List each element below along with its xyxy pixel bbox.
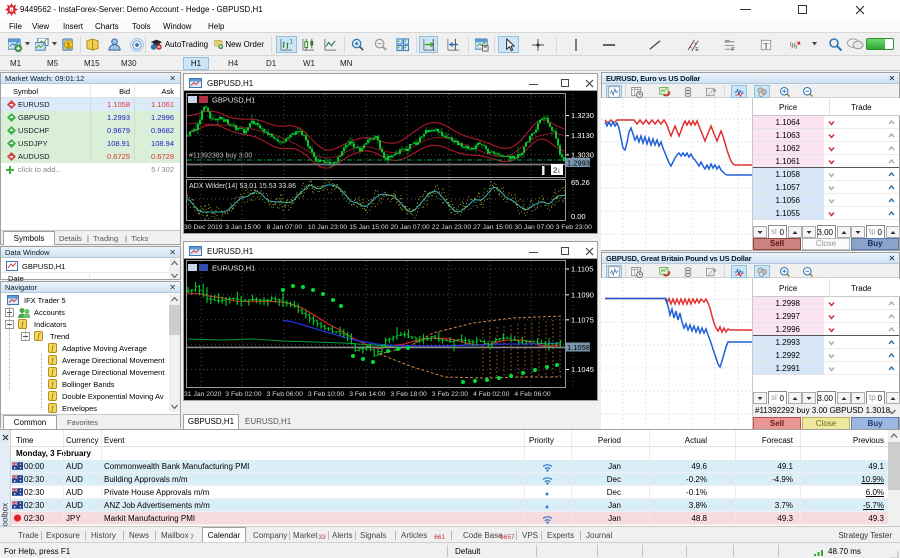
svg-text:T: T xyxy=(763,41,768,50)
svg-text:1.2993: 1.2993 xyxy=(567,159,590,168)
svg-text:1.1105: 1.1105 xyxy=(571,265,593,274)
svg-text:4 Feb 02:00: 4 Feb 02:00 xyxy=(473,391,509,398)
svg-text:65.26: 65.26 xyxy=(571,178,590,187)
svg-text:3 Feb 23:00: 3 Feb 23:00 xyxy=(556,224,592,231)
svg-text:1.1090: 1.1090 xyxy=(571,290,594,299)
svg-text:27 Jan 15:00: 27 Jan 15:00 xyxy=(473,224,513,231)
svg-text:#11392383 buy 3.00: #11392383 buy 3.00 xyxy=(189,153,252,160)
svg-text:%: % xyxy=(789,40,797,50)
svg-text:10 Jan 23:00: 10 Jan 23:00 xyxy=(308,224,348,231)
svg-text:1.1058: 1.1058 xyxy=(567,343,590,352)
svg-text:8 Jan 07:00: 8 Jan 07:00 xyxy=(267,224,303,231)
svg-text:30 Jan 07:00: 30 Jan 07:00 xyxy=(514,224,554,231)
svg-text:3 Feb 06:00: 3 Feb 06:00 xyxy=(267,391,303,398)
svg-text:3 Feb 14:00: 3 Feb 14:00 xyxy=(349,391,385,398)
svg-text:2↓: 2↓ xyxy=(553,166,561,175)
svg-text:20 Jan 07:00: 20 Jan 07:00 xyxy=(391,224,431,231)
svg-text:30 Dec 2019: 30 Dec 2019 xyxy=(184,224,223,231)
svg-text:4 Feb 06:00: 4 Feb 06:00 xyxy=(514,391,550,398)
svg-text:22 Jan 23:00: 22 Jan 23:00 xyxy=(432,224,472,231)
svg-text:GBPUSD,H1: GBPUSD,H1 xyxy=(212,96,255,105)
svg-text:3 Jan 15:00: 3 Jan 15:00 xyxy=(225,224,261,231)
svg-text:E: E xyxy=(695,47,699,52)
svg-text:1.3130: 1.3130 xyxy=(571,131,594,140)
svg-text:3 Feb 22:00: 3 Feb 22:00 xyxy=(432,391,468,398)
svg-text:F: F xyxy=(731,47,735,52)
svg-text:0.00: 0.00 xyxy=(571,212,586,221)
svg-text:1.1075: 1.1075 xyxy=(571,315,594,324)
svg-text:EURUSD,H1: EURUSD,H1 xyxy=(212,264,255,273)
svg-text:15 Jan 15:00: 15 Jan 15:00 xyxy=(349,224,389,231)
svg-text:1.1045: 1.1045 xyxy=(571,365,594,374)
svg-text:31 Jan 2020: 31 Jan 2020 xyxy=(184,391,222,398)
svg-text:3 Feb 18:00: 3 Feb 18:00 xyxy=(391,391,427,398)
svg-text:1.3230: 1.3230 xyxy=(571,111,594,120)
svg-text:ADX Wilder(14) 53.01 15.53 33.: ADX Wilder(14) 53.01 15.53 33.86 xyxy=(189,183,296,190)
svg-text:3 Feb 10:00: 3 Feb 10:00 xyxy=(308,391,344,398)
svg-text:3 Feb 02:00: 3 Feb 02:00 xyxy=(225,391,261,398)
svg-text:1: 1 xyxy=(289,38,293,45)
